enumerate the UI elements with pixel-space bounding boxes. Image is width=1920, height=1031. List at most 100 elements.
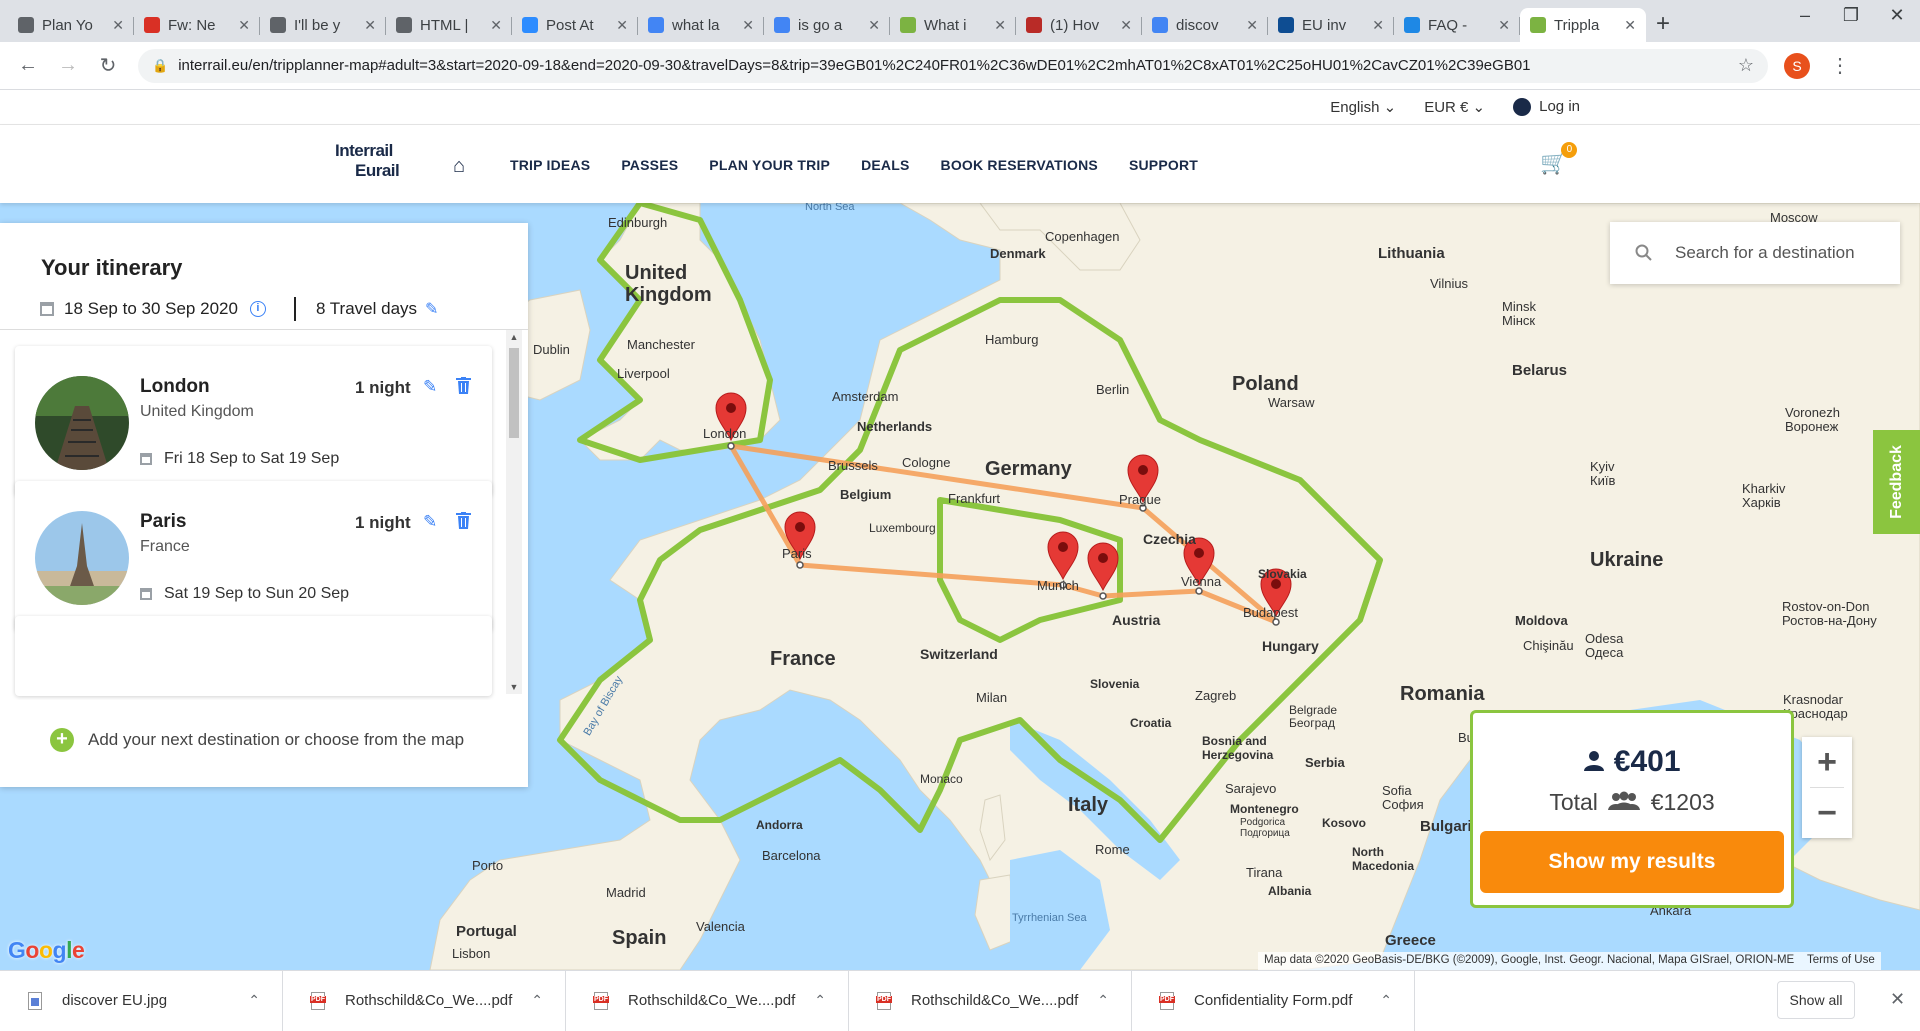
nav-item-trip-ideas[interactable]: TRIP IDEAS <box>510 157 590 173</box>
google-icon <box>648 17 664 33</box>
close-tab-icon[interactable]: ✕ <box>238 17 250 34</box>
show-results-button[interactable]: Show my results <box>1480 831 1784 893</box>
itinerary-stop-card[interactable]: London United Kingdom 1 night ✎ Fri 18 S… <box>15 346 492 496</box>
minimize-button[interactable]: – <box>1782 0 1828 32</box>
browser-tab[interactable]: I'll be y ✕ <box>260 8 386 42</box>
back-icon[interactable]: ← <box>8 54 48 77</box>
tab-label: what la <box>672 16 720 34</box>
browser-tab[interactable]: Plan Yo ✕ <box>8 8 134 42</box>
itinerary-scrollbar[interactable]: ▲ ▼ <box>506 330 522 694</box>
close-tab-icon[interactable]: ✕ <box>994 17 1006 34</box>
price-summary: €401 Total €1203 Show my results <box>1470 710 1794 908</box>
download-item[interactable]: discover EU.jpg ⌃ <box>0 970 283 1031</box>
currency-label: EUR € <box>1424 99 1469 116</box>
edit-stop-icon[interactable]: ✎ <box>423 377 437 397</box>
close-tab-icon[interactable]: ✕ <box>1624 17 1636 34</box>
add-icon: + <box>50 728 74 752</box>
download-filename: Rothschild&Co_We....pdf <box>345 992 513 1009</box>
browser-tab[interactable]: what la ✕ <box>638 8 764 42</box>
close-tab-icon[interactable]: ✕ <box>364 17 376 34</box>
close-downloads-icon[interactable]: ✕ <box>1890 989 1905 1010</box>
edit-stop-icon[interactable]: ✎ <box>423 512 437 532</box>
nav-item-deals[interactable]: DEALS <box>861 157 909 173</box>
browser-tab[interactable]: FAQ - ✕ <box>1394 8 1520 42</box>
price-per-person: €401 <box>1613 745 1681 778</box>
download-item[interactable]: Rothschild&Co_We....pdf ⌃ <box>283 970 566 1031</box>
close-tab-icon[interactable]: ✕ <box>742 17 754 34</box>
itinerary-stop-card[interactable] <box>15 616 492 696</box>
chevron-up-icon[interactable]: ⌃ <box>814 992 826 1009</box>
download-item[interactable]: Confidentiality Form.pdf ⌃ <box>1132 970 1415 1031</box>
search-input[interactable] <box>1675 243 1895 263</box>
info-icon[interactable]: i <box>249 301 266 317</box>
cart-icon[interactable]: 🛒 0 <box>1540 142 1578 176</box>
nav-item-support[interactable]: SUPPORT <box>1129 157 1198 173</box>
language-select[interactable]: English ⌄ <box>1330 98 1396 116</box>
nav-item-book-reservations[interactable]: BOOK RESERVATIONS <box>941 157 1098 173</box>
browser-tab[interactable]: HTML | ✕ <box>386 8 512 42</box>
itinerary-stop-card[interactable]: Paris France 1 night ✎ Sat 19 Sep to Sun… <box>15 481 492 631</box>
scroll-down-arrow[interactable]: ▼ <box>506 682 522 692</box>
scrollbar-thumb[interactable] <box>509 348 519 438</box>
nav-item-plan-your-trip[interactable]: PLAN YOUR TRIP <box>709 157 830 173</box>
browser-tab[interactable]: Fw: Ne ✕ <box>134 8 260 42</box>
browser-tab[interactable]: is go a ✕ <box>764 8 890 42</box>
total-label: Total <box>1549 789 1598 815</box>
browser-tab[interactable]: Post At ✕ <box>512 8 638 42</box>
show-all-downloads-button[interactable]: Show all <box>1777 981 1855 1019</box>
download-item[interactable]: Rothschild&Co_We....pdf ⌃ <box>849 970 1132 1031</box>
close-tab-icon[interactable]: ✕ <box>1120 17 1132 34</box>
close-tab-icon[interactable]: ✕ <box>1246 17 1258 34</box>
forward-icon[interactable]: → <box>48 54 88 77</box>
zoom-out-button[interactable]: − <box>1802 788 1852 838</box>
currency-select[interactable]: EUR € ⌄ <box>1424 98 1485 116</box>
itinerary-title: Your itinerary <box>41 255 183 280</box>
add-destination-link[interactable]: + Add your next destination or choose fr… <box>50 728 464 752</box>
destination-search[interactable] <box>1610 222 1900 284</box>
download-filename: Rothschild&Co_We....pdf <box>911 992 1079 1009</box>
reload-icon[interactable]: ↻ <box>88 53 128 78</box>
close-tab-icon[interactable]: ✕ <box>112 17 124 34</box>
browser-tab[interactable]: What i ✕ <box>890 8 1016 42</box>
chevron-up-icon[interactable]: ⌃ <box>1097 992 1109 1009</box>
scroll-up-arrow[interactable]: ▲ <box>506 332 522 342</box>
edit-travel-days-icon[interactable]: ✎ <box>425 299 438 319</box>
chevron-up-icon[interactable]: ⌃ <box>1380 992 1392 1009</box>
interrail-icon <box>1530 17 1546 33</box>
browser-tab[interactable]: (1) Hov ✕ <box>1016 8 1142 42</box>
maximize-button[interactable]: ❐ <box>1828 0 1874 32</box>
feedback-tab[interactable]: Feedback <box>1873 430 1920 534</box>
download-item[interactable]: Rothschild&Co_We....pdf ⌃ <box>566 970 849 1031</box>
tab-label: Post At <box>546 16 594 34</box>
url-text[interactable]: interrail.eu/en/tripplanner-map#adult=3&… <box>178 57 1738 74</box>
close-tab-icon[interactable]: ✕ <box>868 17 880 34</box>
delete-stop-icon[interactable] <box>456 377 471 394</box>
tab-label: HTML | <box>420 16 469 34</box>
login-link[interactable]: Log in <box>1513 98 1580 117</box>
close-tab-icon[interactable]: ✕ <box>1372 17 1384 34</box>
chevron-up-icon[interactable]: ⌃ <box>531 992 543 1009</box>
google-logo[interactable]: Google <box>8 937 85 964</box>
url-field[interactable]: 🔒 interrail.eu/en/tripplanner-map#adult=… <box>138 48 1768 83</box>
browser-menu-icon[interactable]: ⋮ <box>1830 53 1850 78</box>
browser-tab[interactable]: EU inv ✕ <box>1268 8 1394 42</box>
close-tab-icon[interactable]: ✕ <box>1498 17 1510 34</box>
delete-stop-icon[interactable] <box>456 512 471 529</box>
close-tab-icon[interactable]: ✕ <box>490 17 502 34</box>
stop-country: France <box>140 538 190 555</box>
bookmark-star-icon[interactable]: ☆ <box>1738 55 1754 76</box>
close-window-button[interactable]: ✕ <box>1874 0 1920 32</box>
close-tab-icon[interactable]: ✕ <box>616 17 628 34</box>
terms-link[interactable]: Terms of Use <box>1807 954 1875 966</box>
stop-dates: Sat 19 Sep to Sun 20 Sep <box>164 585 350 602</box>
home-icon[interactable]: ⌂ <box>453 155 465 178</box>
interrail-eurail-logo[interactable]: Interrail Eurail <box>335 141 405 181</box>
profile-avatar[interactable]: S <box>1784 52 1810 79</box>
browser-tab[interactable]: discov ✕ <box>1142 8 1268 42</box>
new-tab-button[interactable]: + <box>1646 8 1680 42</box>
nav-item-passes[interactable]: PASSES <box>621 157 678 173</box>
calendar-icon <box>140 453 152 465</box>
browser-tab[interactable]: Trippla ✕ <box>1520 8 1646 42</box>
zoom-in-button[interactable]: + <box>1802 737 1852 787</box>
chevron-up-icon[interactable]: ⌃ <box>248 992 260 1009</box>
